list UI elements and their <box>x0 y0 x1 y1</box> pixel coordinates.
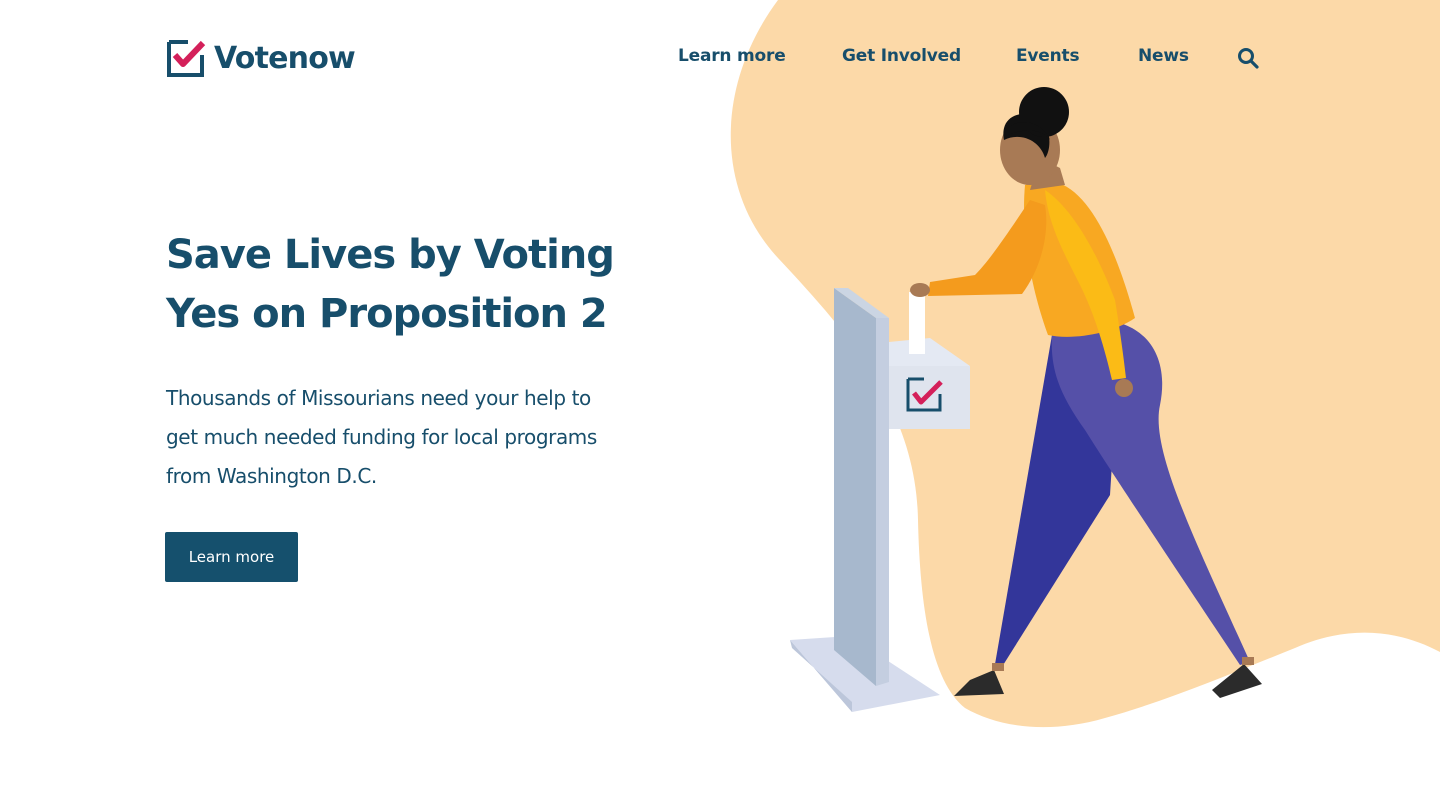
search-button[interactable] <box>1236 46 1262 72</box>
nav-get-involved[interactable]: Get Involved <box>842 46 961 66</box>
nav-news[interactable]: News <box>1138 46 1189 66</box>
search-icon <box>1238 48 1259 69</box>
brand-name: Votenow <box>214 40 356 76</box>
hero-title: Save Lives by Voting Yes on Proposition … <box>166 232 615 337</box>
hero-description: Thousands of Missourians need your help … <box>166 386 597 488</box>
hero-section: Save Lives by Voting Yes on Proposition … <box>166 226 686 496</box>
voter-illustration <box>790 87 1262 712</box>
nav-events[interactable]: Events <box>1016 46 1080 66</box>
site-header: Votenow Learn more Get Involved Events N… <box>0 0 1440 120</box>
nav-learn-more[interactable]: Learn more <box>678 46 786 66</box>
learn-more-button[interactable]: Learn more <box>165 532 298 582</box>
brand-logo[interactable]: Votenow <box>166 38 356 78</box>
ballot-checkbox-icon <box>167 40 206 77</box>
